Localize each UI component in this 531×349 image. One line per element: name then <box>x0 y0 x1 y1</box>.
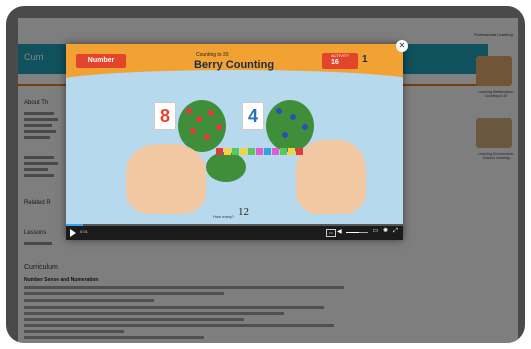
play-icon[interactable] <box>70 229 76 237</box>
counting-cube <box>288 148 295 155</box>
progress-fill <box>66 224 83 226</box>
blue-berry <box>290 114 296 120</box>
captions-button[interactable]: CC <box>326 229 336 237</box>
video-frame[interactable]: Number Counting to 20 Berry Counting ACT… <box>66 44 403 224</box>
blue-berry <box>282 132 288 138</box>
number-card-left: 8 <box>154 102 176 130</box>
video-title: Berry Counting <box>194 59 275 71</box>
screen: Curri About Th Related R Lessons Curricu… <box>18 18 518 343</box>
right-hand <box>296 140 366 214</box>
red-berry <box>190 128 196 134</box>
video-controls: 0:01 CC ◀ ▭ ✺ ⤢ <box>66 224 403 240</box>
counting-cube <box>224 148 231 155</box>
counting-cube <box>232 148 239 155</box>
subtitles-icon[interactable]: ▭ <box>372 228 379 235</box>
fullscreen-icon[interactable]: ⤢ <box>392 228 399 235</box>
blue-berry <box>276 108 282 114</box>
volume-level <box>346 232 360 233</box>
subject-badge: Number <box>76 54 126 68</box>
red-berry <box>208 110 214 116</box>
counting-cube <box>216 148 223 155</box>
device-frame: Curri About Th Related R Lessons Curricu… <box>6 6 525 343</box>
counting-cube <box>280 148 287 155</box>
current-time: 0:01 <box>80 229 88 234</box>
handwritten-answer: 12 <box>238 206 249 218</box>
video-small-title: Counting to 20 <box>196 52 229 58</box>
title-bar-curve <box>66 70 403 98</box>
counting-cube <box>240 148 247 155</box>
counting-cube <box>264 148 271 155</box>
volume-icon[interactable]: ◀ <box>337 229 343 235</box>
counting-cube <box>272 148 279 155</box>
close-icon[interactable]: ✕ <box>396 40 408 52</box>
activity-badge: ACTIVITY 16 <box>322 53 358 69</box>
berry-bush-small <box>206 152 246 182</box>
number-card-right: 4 <box>242 102 264 130</box>
red-berry <box>186 108 192 114</box>
video-modal: Number Counting to 20 Berry Counting ACT… <box>66 44 403 240</box>
gear-icon[interactable]: ✺ <box>382 228 389 235</box>
activity-label: ACTIVITY <box>330 53 349 58</box>
counting-cube <box>248 148 255 155</box>
left-hand <box>126 144 206 214</box>
volume-slider[interactable] <box>346 232 368 233</box>
blue-berry <box>302 124 308 130</box>
counting-cube <box>296 148 303 155</box>
progress-bar[interactable] <box>66 224 403 226</box>
activity-count: 1 <box>362 54 368 65</box>
red-berry <box>216 124 222 130</box>
how-many-prompt: How many? <box>213 214 235 219</box>
counting-cube <box>256 148 263 155</box>
red-berry <box>196 116 202 122</box>
red-berry <box>204 134 210 140</box>
activity-number: 16 <box>331 59 339 66</box>
